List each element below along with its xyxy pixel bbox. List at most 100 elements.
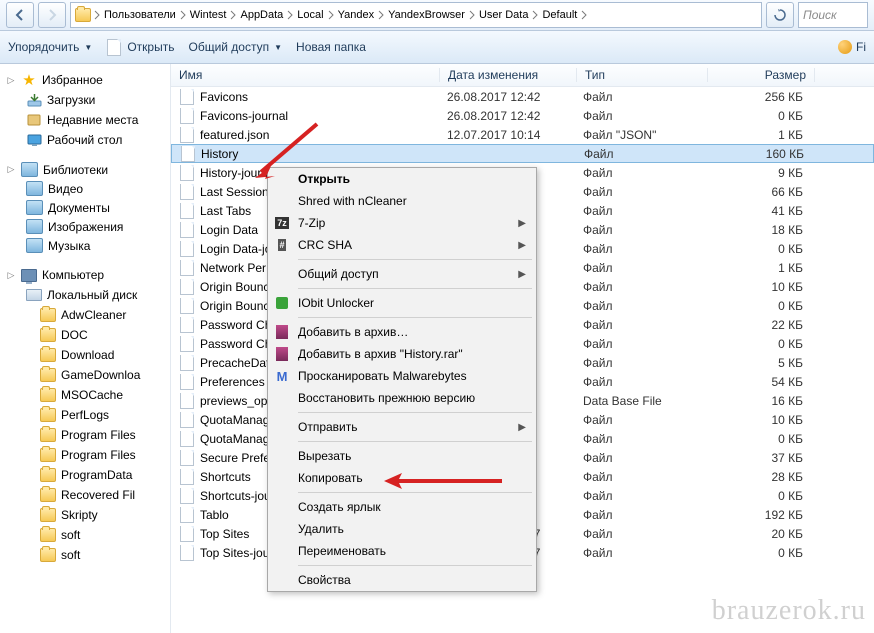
- col-date[interactable]: Дата изменения: [440, 68, 577, 82]
- organize-button[interactable]: Упорядочить▼: [8, 40, 92, 54]
- breadcrumb-segment[interactable]: Пользователи: [103, 9, 177, 21]
- file-name: Favicons: [200, 90, 248, 104]
- breadcrumb-segment[interactable]: Yandex: [337, 9, 376, 21]
- table-row[interactable]: Favicons-journal 26.08.2017 12:42 Файл 0…: [171, 106, 874, 125]
- folder-icon: [40, 448, 56, 462]
- file-type: Файл: [575, 90, 705, 104]
- sidebar-folder[interactable]: AdwCleaner: [0, 305, 170, 325]
- sidebar-folder[interactable]: Skripty: [0, 505, 170, 525]
- context-menu-item[interactable]: Создать ярлык: [268, 496, 536, 518]
- breadcrumb-segment[interactable]: Wintest: [189, 9, 228, 21]
- file-size: 0 КБ: [705, 242, 811, 256]
- file-size: 5 КБ: [705, 356, 811, 370]
- context-menu-item[interactable]: IObit Unlocker: [268, 292, 536, 314]
- sidebar-folder[interactable]: DOC: [0, 325, 170, 345]
- context-menu-item[interactable]: Открыть: [268, 168, 536, 190]
- context-item-label: 7-Zip: [298, 216, 325, 230]
- folder-icon: [40, 488, 56, 502]
- sidebar-folder[interactable]: GameDownloa: [0, 365, 170, 385]
- breadcrumb-segment[interactable]: Default: [541, 9, 578, 21]
- context-item-label: Добавить в архив…: [298, 325, 408, 339]
- sidebar-item-recent[interactable]: Недавние места: [0, 110, 170, 130]
- file-type: Файл: [575, 451, 705, 465]
- breadcrumb-segment[interactable]: Local: [296, 9, 324, 21]
- context-menu-item[interactable]: Копировать: [268, 467, 536, 489]
- file-type: Файл: [575, 508, 705, 522]
- file-name: Preferences: [200, 375, 265, 389]
- context-menu-item[interactable]: Переименовать: [268, 540, 536, 562]
- sidebar-item-video[interactable]: Видео: [0, 179, 170, 198]
- file-name: Login Data: [200, 223, 258, 237]
- file-name: Shortcuts-jou: [200, 489, 271, 503]
- context-item-label: CRC SHA: [298, 238, 352, 252]
- file-size: 16 КБ: [705, 394, 811, 408]
- share-button[interactable]: Общий доступ▼: [188, 40, 282, 54]
- file-icon: [180, 184, 194, 200]
- context-menu-item[interactable]: Общий доступ ▶: [268, 263, 536, 285]
- sidebar-favorites[interactable]: ▷★Избранное: [0, 70, 170, 90]
- context-item-label: Просканировать Malwarebytes: [298, 369, 467, 383]
- back-button[interactable]: [6, 2, 34, 28]
- table-row[interactable]: featured.json 12.07.2017 10:14 Файл "JSO…: [171, 125, 874, 144]
- breadcrumb-segment[interactable]: YandexBrowser: [387, 9, 466, 21]
- sidebar-folder[interactable]: Program Files: [0, 425, 170, 445]
- table-row[interactable]: History Файл 160 КБ: [171, 144, 874, 163]
- open-button[interactable]: Открыть: [106, 39, 174, 55]
- context-menu-item[interactable]: Отправить ▶: [268, 416, 536, 438]
- sidebar-item-images[interactable]: Изображения: [0, 217, 170, 236]
- sidebar-item-downloads[interactable]: Загрузки: [0, 90, 170, 110]
- context-menu-item[interactable]: Удалить: [268, 518, 536, 540]
- sidebar-folder[interactable]: ProgramData: [0, 465, 170, 485]
- sidebar-folder[interactable]: PerfLogs: [0, 405, 170, 425]
- sidebar-item-music[interactable]: Музыка: [0, 236, 170, 255]
- computer-icon: [21, 269, 37, 282]
- file-icon: [180, 412, 194, 428]
- file-name: History-journ: [200, 166, 268, 180]
- context-item-label: Отправить: [298, 420, 358, 434]
- sidebar-folder[interactable]: Recovered Fil: [0, 485, 170, 505]
- submenu-arrow-icon: ▶: [518, 218, 526, 229]
- table-row[interactable]: Favicons 26.08.2017 12:42 Файл 256 КБ: [171, 87, 874, 106]
- folder-icon: [40, 468, 56, 482]
- sidebar-folder[interactable]: Program Files: [0, 445, 170, 465]
- new-folder-button[interactable]: Новая папка: [296, 40, 366, 54]
- forward-button[interactable]: [38, 2, 66, 28]
- context-item-label: Общий доступ: [298, 267, 379, 281]
- context-menu-item[interactable]: M Просканировать Malwarebytes: [268, 365, 536, 387]
- context-separator: [298, 441, 532, 442]
- refresh-button[interactable]: [766, 2, 794, 28]
- context-menu-item[interactable]: Shred with nCleaner: [268, 190, 536, 212]
- file-type: Файл: [575, 242, 705, 256]
- file-name: Secure Prefer: [200, 451, 274, 465]
- file-icon: [180, 526, 194, 542]
- file-type: Файл: [575, 375, 705, 389]
- context-menu-item[interactable]: Восстановить прежнюю версию: [268, 387, 536, 409]
- rar-icon: [274, 346, 290, 362]
- context-menu-item[interactable]: 7z 7-Zip ▶: [268, 212, 536, 234]
- sidebar-folder[interactable]: MSOCache: [0, 385, 170, 405]
- sidebar-folder[interactable]: soft: [0, 545, 170, 565]
- context-menu-item[interactable]: Добавить в архив…: [268, 321, 536, 343]
- file-type: Файл: [575, 166, 705, 180]
- sidebar-folder[interactable]: soft: [0, 525, 170, 545]
- sidebar-item-documents[interactable]: Документы: [0, 198, 170, 217]
- sidebar-folder[interactable]: Download: [0, 345, 170, 365]
- breadcrumb[interactable]: Пользователи Wintest AppData Local Yandex Yan…: [70, 2, 762, 28]
- file-icon: [180, 222, 194, 238]
- sidebar-computer[interactable]: ▷Компьютер: [0, 265, 170, 285]
- col-name[interactable]: Имя: [171, 68, 440, 82]
- col-size[interactable]: Размер: [708, 68, 815, 82]
- sidebar-item-drive[interactable]: Локальный диск: [0, 285, 170, 305]
- 7z-icon: 7z: [274, 215, 290, 231]
- file-size: 41 КБ: [705, 204, 811, 218]
- context-menu-item[interactable]: # CRC SHA ▶: [268, 234, 536, 256]
- breadcrumb-segment[interactable]: User Data: [478, 9, 530, 21]
- context-menu-item[interactable]: Добавить в архив "History.rar": [268, 343, 536, 365]
- sidebar-item-desktop[interactable]: Рабочий стол: [0, 130, 170, 150]
- sidebar-libraries[interactable]: ▷Библиотеки: [0, 160, 170, 179]
- col-type[interactable]: Тип: [577, 68, 708, 82]
- context-menu-item[interactable]: Вырезать: [268, 445, 536, 467]
- breadcrumb-segment[interactable]: AppData: [239, 9, 284, 21]
- context-menu-item[interactable]: Свойства: [268, 569, 536, 591]
- search-input[interactable]: Поиск: [798, 2, 868, 28]
